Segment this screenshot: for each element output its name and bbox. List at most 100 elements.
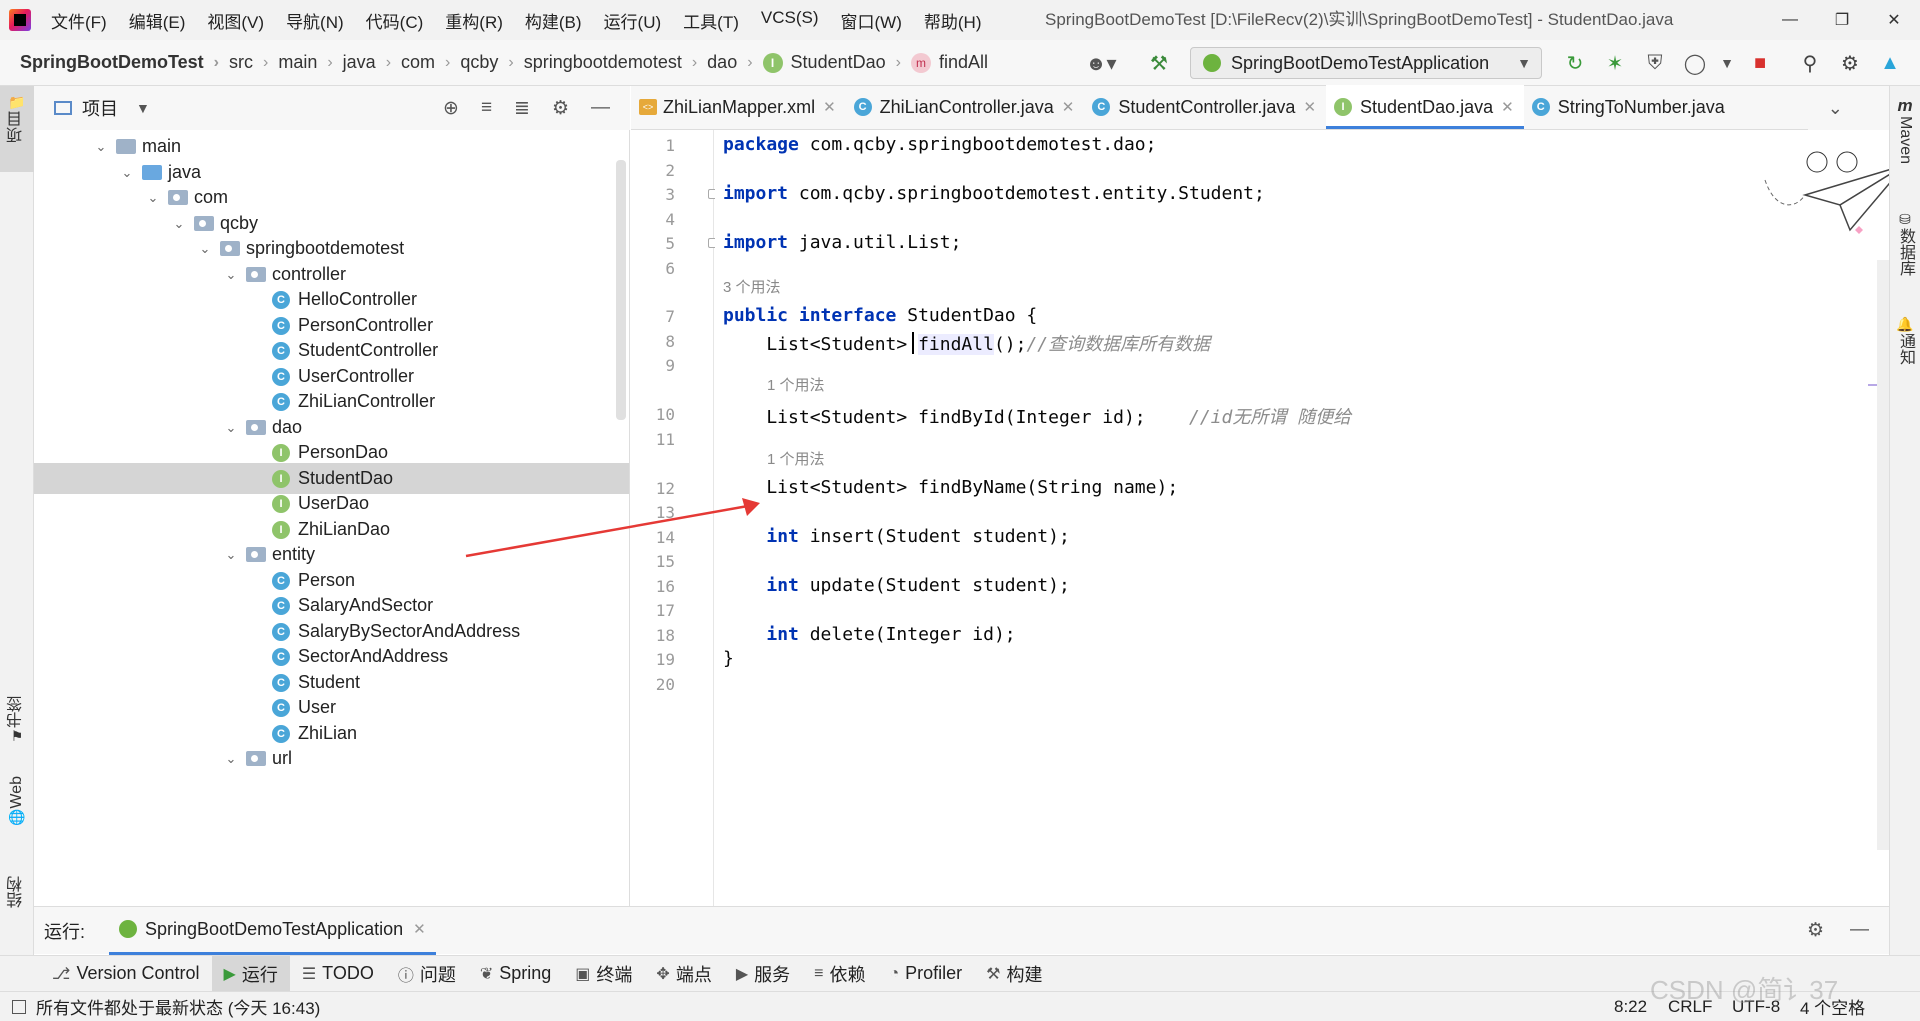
breadcrumb-com[interactable]: com ›	[401, 52, 460, 73]
tool-window-run[interactable]: ▶ 运行	[211, 955, 290, 992]
breadcrumb-springbootdemotest[interactable]: springbootdemotest ›	[524, 52, 707, 73]
breadcrumb-studentdao[interactable]: I StudentDao ›	[762, 52, 911, 73]
settings-gear-icon[interactable]: ⚙	[552, 97, 569, 120]
tool-tab-database[interactable]: ⛁ 数据库	[1890, 211, 1920, 276]
chevron-down-icon[interactable]: ⌄	[146, 190, 160, 206]
close-tab-icon[interactable]: ✕	[1062, 98, 1075, 116]
tool-window-profiler[interactable]: ◔ Profiler	[877, 956, 974, 992]
chevron-down-icon[interactable]: ⌄	[224, 267, 238, 283]
hide-panel-icon[interactable]: —	[1850, 919, 1869, 942]
tool-tab-notifications[interactable]: 🔔 通知	[1890, 316, 1920, 365]
menu-item[interactable]: 重构(R)	[434, 8, 514, 33]
tool-window-todo-list[interactable]: ☰ TODO	[290, 956, 386, 992]
profile-icon[interactable]: ◯	[1680, 48, 1710, 78]
coverage-icon[interactable]: ⛨	[1640, 48, 1670, 78]
code-editor[interactable]: package com.qcby.springbootdemotest.dao;…	[715, 130, 1906, 906]
chevron-down-icon[interactable]: ⌄	[224, 751, 238, 767]
tool-window-problems[interactable]: ⓘ 问题	[386, 956, 468, 992]
editor-tab[interactable]: <> ZhiLianMapper.xml ✕	[631, 85, 846, 129]
breadcrumb-dao[interactable]: dao ›	[707, 52, 762, 73]
close-tab-icon[interactable]: ✕	[1303, 98, 1316, 116]
menu-item[interactable]: 导航(N)	[275, 8, 355, 33]
tool-window-terminal[interactable]: ▣ 终端	[563, 956, 644, 992]
project-panel-title[interactable]: 项目	[82, 95, 118, 121]
debug-icon[interactable]: ✶	[1600, 48, 1630, 78]
restore-icon[interactable]: ❐	[1816, 0, 1868, 40]
tool-window-build[interactable]: ⚒ 构建	[974, 956, 1054, 992]
editor-tab[interactable]: C ZhiLianController.java ✕	[846, 85, 1085, 129]
breadcrumb-project[interactable]: SpringBootDemoTest ›	[20, 52, 229, 73]
breadcrumb-findall[interactable]: m findAll	[910, 52, 988, 73]
close-tab-icon[interactable]: ✕	[413, 920, 426, 938]
tool-tab-label: 数据库	[1897, 228, 1914, 276]
collapse-all-icon[interactable]: ≣	[514, 97, 530, 120]
select-opened-file-icon[interactable]: ⊕	[443, 97, 459, 120]
tree-item-url[interactable]: ⌄ url	[34, 743, 629, 774]
close-tab-icon[interactable]: ✕	[1501, 98, 1514, 116]
intellij-logo-icon[interactable]	[0, 0, 40, 40]
menu-item[interactable]: 窗口(W)	[830, 8, 913, 33]
tool-tab-maven[interactable]: m Maven	[1890, 96, 1920, 164]
minimize-icon[interactable]: —	[1764, 0, 1816, 40]
breadcrumb-qcby[interactable]: qcby ›	[460, 52, 523, 73]
tool-window-endpoints[interactable]: ✥ 端点	[644, 956, 723, 992]
tool-window-services[interactable]: ▶ 服务	[724, 956, 802, 992]
stop-icon[interactable]: ■	[1745, 48, 1775, 78]
usage-hint[interactable]: 1 个用法	[767, 374, 825, 395]
close-tab-icon[interactable]: ✕	[823, 98, 836, 116]
chevron-down-icon[interactable]: ⌄	[172, 216, 186, 232]
code-keyword: int	[766, 624, 799, 645]
editor-tab[interactable]: C StringToNumber.java	[1524, 85, 1735, 129]
menu-item[interactable]: 编辑(E)	[118, 8, 197, 33]
expand-all-icon[interactable]: ≡	[481, 97, 492, 120]
run-configuration-select[interactable]: SpringBootDemoTestApplication ▼	[1190, 47, 1542, 79]
tool-window-branch[interactable]: ⎇ Version Control	[40, 956, 212, 992]
class-icon: C	[272, 316, 290, 335]
build-hammer-icon[interactable]: ⚒	[1144, 48, 1174, 78]
menu-item[interactable]: 文件(F)	[40, 8, 118, 33]
chevron-down-icon[interactable]: ▼	[136, 100, 150, 116]
menu-item[interactable]: 运行(U)	[593, 8, 673, 33]
search-icon[interactable]: ⚲	[1795, 48, 1825, 78]
settings-gear-icon[interactable]: ⚙	[1835, 48, 1865, 78]
menu-item[interactable]: 工具(T)	[672, 8, 750, 33]
tool-tab-project[interactable]: 📁 项目	[0, 86, 34, 172]
tool-window-spring[interactable]: ❦ Spring	[468, 956, 563, 992]
usage-hint[interactable]: 1 个用法	[767, 448, 825, 469]
tool-tab-structure[interactable]: 结构	[0, 876, 34, 908]
menu-item[interactable]: VCS(S)	[750, 8, 830, 33]
run-tab[interactable]: SpringBootDemoTestApplication ✕	[109, 907, 436, 955]
line-number: 11	[655, 430, 675, 449]
editor-tab[interactable]: C StudentController.java ✕	[1084, 85, 1326, 129]
chevron-down-icon[interactable]: ⌄	[224, 547, 238, 563]
chevron-down-icon[interactable]: ⌄	[120, 165, 134, 181]
editor-scrollbar[interactable]	[1877, 260, 1889, 850]
menu-item[interactable]: 视图(V)	[196, 8, 275, 33]
more-run-options-icon[interactable]: ▼	[1712, 48, 1742, 78]
breadcrumb-main[interactable]: main ›	[278, 52, 342, 73]
close-icon[interactable]: ✕	[1868, 0, 1920, 40]
tool-window-dependencies[interactable]: ≡ 依赖	[802, 956, 877, 992]
chevron-down-icon[interactable]: ⌄	[198, 241, 212, 257]
chevron-down-icon[interactable]: ⌄	[94, 139, 108, 155]
usage-hint[interactable]: 3 个用法	[723, 276, 781, 297]
code-line-7: public interface StudentDao {	[723, 305, 1037, 326]
menu-item[interactable]: 代码(C)	[355, 8, 435, 33]
menu-item[interactable]: 帮助(H)	[913, 8, 993, 33]
menu-item[interactable]: 构建(B)	[514, 8, 593, 33]
tool-tab-bookmarks[interactable]: 书签 ⚑	[0, 696, 34, 745]
breadcrumb-src[interactable]: src ›	[229, 52, 278, 73]
rerun-icon[interactable]: ↻	[1560, 48, 1590, 78]
toolbox-logo-icon[interactable]: ▲	[1875, 48, 1905, 78]
editor-tab[interactable]: I StudentDao.java ✕	[1326, 85, 1524, 129]
settings-gear-icon[interactable]: ⚙	[1807, 919, 1824, 942]
tab-list-chevron-icon[interactable]: ⌄	[1828, 98, 1843, 119]
hide-panel-icon[interactable]: —	[591, 97, 610, 120]
panel-toggle-icon[interactable]	[12, 999, 26, 1014]
tool-tab-web[interactable]: Web 🌐	[0, 776, 34, 826]
breadcrumb-java[interactable]: java ›	[343, 52, 401, 73]
chevron-down-icon[interactable]: ⌄	[224, 420, 238, 436]
user-profile-icon[interactable]: ☻▾	[1078, 48, 1124, 78]
caret-position[interactable]: 8:22	[1614, 997, 1647, 1017]
tree-scrollbar[interactable]	[616, 160, 626, 420]
